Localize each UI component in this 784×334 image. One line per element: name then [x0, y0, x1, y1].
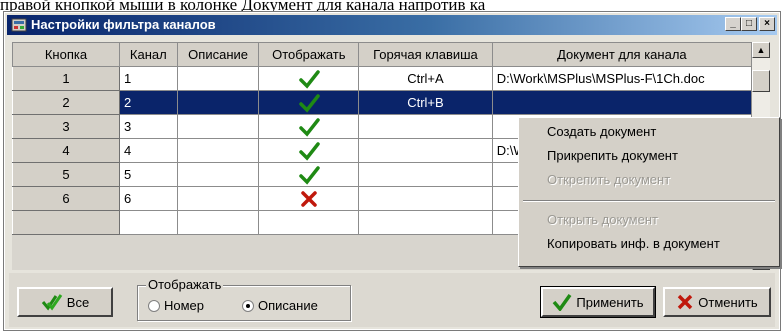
maximize-button[interactable]: □	[741, 17, 757, 31]
column-header-hotkey[interactable]: Горячая клавиша	[358, 42, 493, 67]
close-button[interactable]: ×	[759, 17, 775, 31]
description-cell[interactable]	[176, 138, 260, 163]
all-button-label: Все	[66, 294, 90, 310]
table-row[interactable]: 1 1 Ctrl+A D:\Work\MSPlus\MSPlus-F\1Ch.doc	[12, 66, 752, 91]
apply-button-label: Применить	[576, 294, 644, 310]
checkmark-icon	[298, 165, 320, 185]
display-group-legend: Отображать	[146, 277, 224, 292]
row-button-cell[interactable]: 1	[12, 66, 120, 91]
column-header-display[interactable]: Отображать	[258, 42, 360, 67]
cross-icon	[678, 294, 693, 310]
table-row[interactable]: 2 2 Ctrl+B	[12, 90, 752, 115]
empty-cell	[176, 210, 260, 235]
description-cell[interactable]	[176, 66, 260, 91]
radio-description-label: Описание	[258, 298, 318, 313]
description-cell[interactable]	[176, 186, 260, 211]
cross-icon	[298, 190, 320, 207]
empty-cell	[358, 210, 493, 235]
radio-number-label: Номер	[164, 298, 205, 313]
checkmark-icon	[298, 117, 320, 137]
column-header-channel[interactable]: Канал	[118, 42, 178, 67]
menu-item-open-document[interactable]: Открыть документ	[547, 210, 658, 230]
display-cell[interactable]	[258, 186, 360, 211]
display-cell[interactable]	[258, 162, 360, 187]
row-button-cell[interactable]: 6	[12, 186, 120, 211]
channel-cell[interactable]: 6	[118, 186, 178, 211]
display-cell[interactable]	[258, 114, 360, 139]
radio-number-circle-icon[interactable]	[148, 299, 160, 312]
row-button-cell[interactable]: 5	[12, 162, 120, 187]
column-header-document[interactable]: Документ для канала	[491, 42, 752, 67]
radio-number[interactable]: Номер	[148, 298, 204, 313]
empty-cell	[258, 210, 360, 235]
app-icon	[11, 18, 27, 32]
row-button-cell[interactable]: 2	[12, 90, 120, 115]
double-check-icon	[41, 294, 63, 311]
display-cell[interactable]	[258, 90, 360, 115]
menu-item-detach-document[interactable]: Открепить документ	[547, 170, 670, 190]
checkmark-icon	[298, 93, 320, 113]
cancel-button-label: Отменить	[698, 294, 758, 310]
description-cell[interactable]	[176, 114, 260, 139]
document-cell[interactable]: D:\Work\MSPlus\MSPlus-F\1Ch.doc	[491, 66, 752, 91]
menu-item-copy-info-to-document[interactable]: Копировать инф. в документ	[547, 234, 720, 254]
radio-description-circle-icon[interactable]	[242, 299, 254, 312]
description-cell[interactable]	[176, 90, 260, 115]
hotkey-cell[interactable]	[358, 162, 493, 187]
all-button[interactable]: Все	[17, 287, 113, 317]
scroll-up-arrow-icon[interactable]: ▲	[752, 42, 770, 58]
hotkey-cell[interactable]: Ctrl+B	[358, 90, 493, 115]
checkmark-icon	[298, 69, 320, 89]
hotkey-cell[interactable]	[358, 186, 493, 211]
minimize-button[interactable]: _	[725, 17, 741, 31]
menu-separator	[523, 200, 775, 202]
channel-cell[interactable]: 4	[118, 138, 178, 163]
radio-description[interactable]: Описание	[242, 298, 318, 313]
channel-cell[interactable]: 1	[118, 66, 178, 91]
channel-cell[interactable]: 3	[118, 114, 178, 139]
scroll-thumb[interactable]	[752, 70, 770, 92]
row-button-cell[interactable]: 4	[12, 138, 120, 163]
document-cell[interactable]	[491, 90, 752, 115]
menu-item-create-document[interactable]: Создать документ	[547, 122, 656, 142]
window-title: Настройки фильтра каналов	[31, 17, 216, 32]
channel-cell[interactable]: 2	[118, 90, 178, 115]
column-header-description[interactable]: Описание	[176, 42, 260, 67]
cancel-button[interactable]: Отменить	[663, 287, 771, 317]
description-cell[interactable]	[176, 162, 260, 187]
row-button-cell	[12, 210, 120, 235]
context-menu: Создать документ Прикрепить документ Отк…	[518, 117, 780, 267]
title-bar[interactable]: Настройки фильтра каналов _ □ ×	[7, 15, 777, 35]
hotkey-cell[interactable]	[358, 138, 493, 163]
row-button-cell[interactable]: 3	[12, 114, 120, 139]
display-cell[interactable]	[258, 66, 360, 91]
menu-item-attach-document[interactable]: Прикрепить документ	[547, 146, 678, 166]
channel-cell[interactable]: 5	[118, 162, 178, 187]
apply-button[interactable]: Применить	[540, 286, 656, 318]
grid-header-row: Кнопка Канал Описание Отображать Горячая…	[12, 42, 752, 67]
hotkey-cell[interactable]: Ctrl+A	[358, 66, 493, 91]
column-header-button[interactable]: Кнопка	[12, 42, 120, 67]
checkmark-icon	[298, 141, 320, 161]
display-cell[interactable]	[258, 138, 360, 163]
display-groupbox: Отображать Номер Описание	[137, 277, 351, 321]
hotkey-cell[interactable]	[358, 114, 493, 139]
empty-cell	[118, 210, 178, 235]
bottom-panel: Все Отображать Номер Описание Применить …	[9, 273, 775, 327]
checkmark-icon	[553, 293, 572, 311]
